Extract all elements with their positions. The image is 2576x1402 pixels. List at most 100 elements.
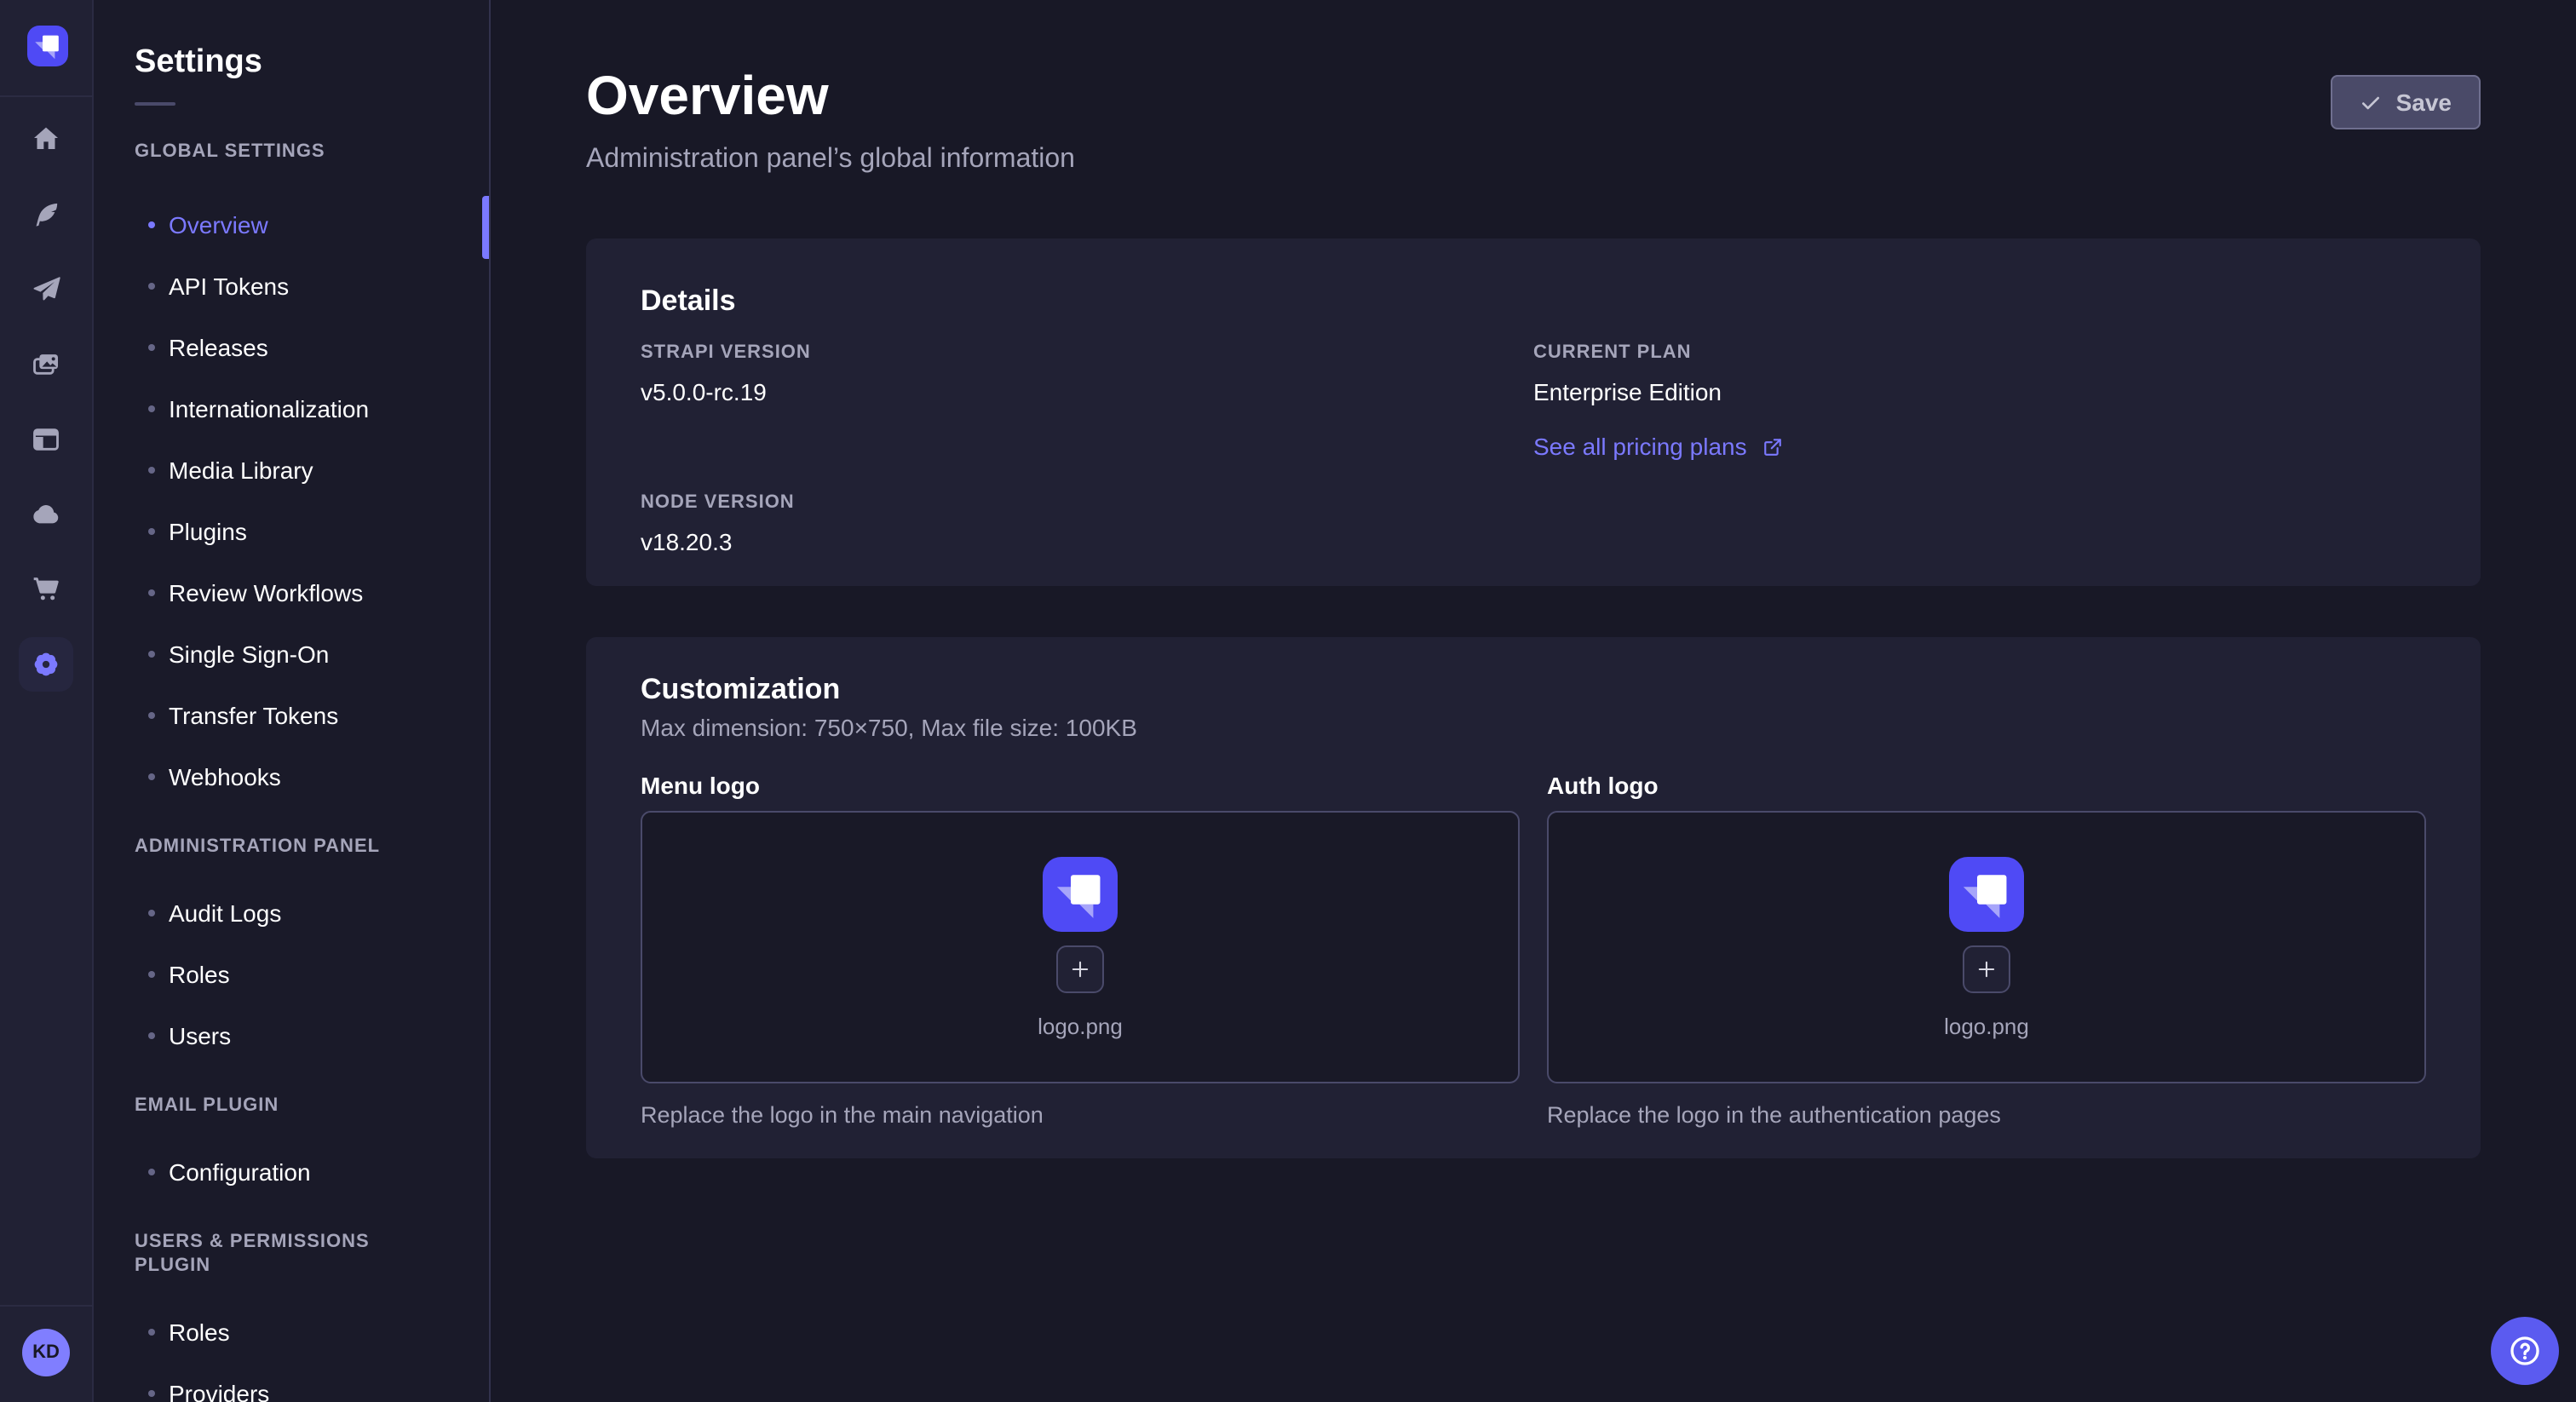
rail-item-cloud[interactable]	[19, 487, 73, 542]
field-label: STRAPI VERSION	[641, 341, 1533, 365]
help-button[interactable]	[2491, 1317, 2559, 1385]
upload-dropzone-menu-logo[interactable]: logo.png	[641, 811, 1520, 1083]
logo-filename: logo.png	[1038, 1013, 1123, 1038]
subnav-group-header: EMAIL PLUGIN	[94, 1094, 489, 1118]
sidebar-item-audit-logs[interactable]: Audit Logs	[94, 882, 489, 944]
sidebar-item-label: Internationalization	[169, 395, 369, 422]
sidebar-item-single-sign-on[interactable]: Single Sign-On	[94, 623, 489, 685]
customization-title: Customization	[641, 671, 2426, 709]
logo-field-label: Menu logo	[641, 770, 1520, 801]
rail-item-deploy[interactable]	[19, 262, 73, 317]
page-subtitle: Administration panel’s global informatio…	[586, 143, 1075, 177]
subnav-group-header: GLOBAL SETTINGS	[94, 140, 489, 164]
sidebar-item-roles[interactable]: Roles	[94, 944, 489, 1005]
strapi-logo-icon	[1043, 856, 1118, 931]
details-card: Details STRAPI VERSION v5.0.0-rc.19 NODE V…	[586, 238, 2481, 586]
logo-upload-field-menu-logo: Menu logo logo.png Replace the logo in the…	[641, 770, 1520, 1131]
rail-item-settings[interactable]	[19, 637, 73, 692]
bullet-icon	[148, 405, 155, 412]
feather-icon	[29, 198, 63, 232]
rail-divider-bottom	[0, 1305, 92, 1307]
sidebar-item-label: Roles	[169, 961, 230, 988]
sidebar-item-label: Transfer Tokens	[169, 702, 338, 729]
sidebar-item-label: Overview	[169, 211, 268, 238]
bullet-icon	[148, 344, 155, 351]
add-logo-button[interactable]	[1963, 945, 2010, 992]
sidebar-item-users[interactable]: Users	[94, 1005, 489, 1066]
upload-caption: Replace the logo in the main navigation	[641, 1100, 1520, 1131]
rail-nav	[0, 112, 92, 692]
bullet-icon	[148, 589, 155, 596]
sidebar-item-internationalization[interactable]: Internationalization	[94, 378, 489, 440]
sidebar-item-label: Users	[169, 1022, 231, 1049]
rail-divider	[0, 95, 92, 97]
upload-dropzone-auth-logo[interactable]: logo.png	[1547, 811, 2426, 1083]
add-logo-button[interactable]	[1056, 945, 1104, 992]
sidebar-item-label: Single Sign-On	[169, 641, 329, 668]
bullet-icon	[148, 528, 155, 535]
bullet-icon	[148, 221, 155, 228]
details-title: Details	[641, 283, 2426, 320]
sidebar-item-review-workflows[interactable]: Review Workflows	[94, 562, 489, 623]
details-column: CURRENT PLANEnterprise EditionSee all pr…	[1533, 341, 2426, 559]
bullet-icon	[148, 651, 155, 658]
bullet-icon	[148, 283, 155, 290]
sidebar-item-label: Review Workflows	[169, 579, 363, 606]
strapi-logo-icon	[27, 26, 68, 66]
save-button[interactable]: Save	[2332, 75, 2481, 129]
sidebar-item-label: Plugins	[169, 518, 247, 545]
field-label: NODE VERSION	[641, 491, 1533, 514]
user-avatar[interactable]: KD	[22, 1329, 70, 1376]
rail-item-purchases[interactable]	[19, 562, 73, 617]
cart-icon	[29, 572, 63, 606]
details-field: CURRENT PLANEnterprise EditionSee all pr…	[1533, 341, 2426, 463]
sidebar-item-plugins[interactable]: Plugins	[94, 501, 489, 562]
sidebar-item-webhooks[interactable]: Webhooks	[94, 746, 489, 807]
rail-item-media[interactable]	[19, 337, 73, 392]
logo-preview	[1949, 856, 2024, 931]
check-icon	[2360, 91, 2383, 113]
details-column: STRAPI VERSIONv5.0.0-rc.19NODE VERSIONv1…	[641, 341, 1533, 559]
subnav-title: Settings	[94, 0, 489, 82]
sidebar-item-releases[interactable]: Releases	[94, 317, 489, 378]
sidebar-item-providers[interactable]: Providers	[94, 1363, 489, 1402]
settings-subnav: Settings GLOBAL SETTINGS Overview API Toke…	[94, 0, 491, 1402]
sidebar-item-overview[interactable]: Overview	[94, 194, 489, 256]
app-window: KD Settings GLOBAL SETTINGS Overview API T…	[0, 0, 2576, 1402]
sidebar-item-label: Releases	[169, 334, 268, 361]
sidebar-item-api-tokens[interactable]: API Tokens	[94, 256, 489, 317]
strapi-logo[interactable]	[27, 26, 68, 66]
layout-icon	[29, 422, 63, 457]
plus-icon	[1068, 957, 1092, 980]
active-scroll-indicator	[482, 196, 489, 259]
logo-preview	[1043, 856, 1118, 931]
sidebar-item-media-library[interactable]: Media Library	[94, 440, 489, 501]
bullet-icon	[148, 712, 155, 719]
pricing-plans-link[interactable]: See all pricing plans	[1533, 433, 1786, 460]
rail-item-marketplace[interactable]	[19, 412, 73, 467]
paper-plane-icon	[29, 273, 63, 307]
question-mark-icon	[2506, 1332, 2544, 1370]
upload-caption: Replace the logo in the authentication p…	[1547, 1100, 2426, 1131]
bullet-icon	[148, 467, 155, 474]
sidebar-item-configuration[interactable]: Configuration	[94, 1141, 489, 1203]
field-value: v5.0.0-rc.19	[641, 375, 1533, 409]
bullet-icon	[148, 773, 155, 780]
sidebar-item-transfer-tokens[interactable]: Transfer Tokens	[94, 685, 489, 746]
sidebar-item-label: Media Library	[169, 457, 313, 484]
pricing-plans-link-label: See all pricing plans	[1533, 433, 1747, 460]
external-link-icon	[1761, 434, 1786, 459]
customization-card: Customization Max dimension: 750×750, Ma…	[586, 637, 2481, 1158]
strapi-logo-icon	[1949, 856, 2024, 931]
field-value: Enterprise Edition	[1533, 375, 2426, 409]
rail-item-content[interactable]	[19, 187, 73, 242]
bullet-icon	[148, 910, 155, 916]
sidebar-item-label: Audit Logs	[169, 899, 281, 927]
sidebar-item-roles[interactable]: Roles	[94, 1301, 489, 1363]
bullet-icon	[148, 1390, 155, 1397]
rail-item-home[interactable]	[19, 112, 73, 167]
logo-field-label: Auth logo	[1547, 770, 2426, 801]
logo-filename: logo.png	[1944, 1013, 2029, 1038]
page-header: Overview Administration panel’s global i…	[586, 61, 2481, 177]
subnav-group-header: ADMINISTRATION PANEL	[94, 835, 489, 859]
